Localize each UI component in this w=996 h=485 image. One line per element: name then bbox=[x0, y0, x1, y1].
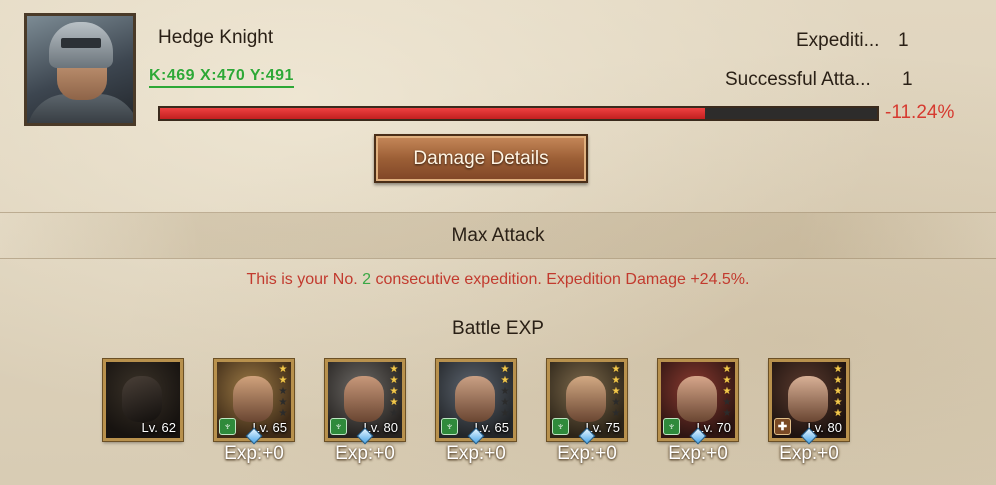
claw-icon: ♆ bbox=[330, 418, 347, 435]
star-filled-icon: ★ bbox=[500, 364, 510, 375]
divider bbox=[0, 258, 996, 259]
hero-face-art bbox=[566, 376, 606, 422]
star-filled-icon: ★ bbox=[722, 364, 732, 375]
star-filled-icon: ★ bbox=[611, 364, 621, 375]
star-empty-icon: ★ bbox=[611, 397, 621, 408]
star-empty-icon: ★ bbox=[500, 408, 510, 419]
star-filled-icon: ★ bbox=[389, 386, 399, 397]
star-filled-icon: ★ bbox=[611, 386, 621, 397]
visor-art bbox=[61, 38, 101, 48]
claw-icon: ♆ bbox=[552, 418, 569, 435]
exp-gain-text: Exp:+0 bbox=[779, 443, 839, 464]
battle-exp-title: Battle EXP bbox=[452, 318, 544, 339]
damage-details-button[interactable]: Damage Details bbox=[374, 134, 588, 183]
star-filled-icon: ★ bbox=[833, 408, 843, 419]
expedition-label: Expediti... bbox=[796, 30, 880, 51]
damage-bar-fill bbox=[160, 108, 705, 119]
star-filled-icon: ★ bbox=[722, 375, 732, 386]
star-filled-icon: ★ bbox=[389, 375, 399, 386]
hero-level: Lv. 62 bbox=[141, 420, 176, 435]
exp-gain-text: Exp:+0 bbox=[335, 443, 395, 464]
claw-icon: ♆ bbox=[663, 418, 680, 435]
streak-number: 2 bbox=[362, 271, 372, 288]
star-empty-icon: ★ bbox=[500, 397, 510, 408]
hero-face-art bbox=[233, 376, 273, 422]
damage-percent: -11.24% bbox=[885, 102, 955, 123]
star-rating: ★ ★ ★ ★ ★ bbox=[832, 364, 844, 419]
star-rating: ★ ★ ★ ★ ★ bbox=[388, 364, 400, 419]
hero-face-art bbox=[455, 376, 495, 422]
star-filled-icon: ★ bbox=[389, 364, 399, 375]
dragon-card[interactable]: Lv. 62 bbox=[103, 359, 183, 441]
successful-attack-value: 1 bbox=[902, 69, 913, 90]
star-rating: ★ ★ ★ ★ ★ bbox=[499, 364, 511, 419]
star-empty-icon: ★ bbox=[278, 408, 288, 419]
star-filled-icon: ★ bbox=[278, 375, 288, 386]
max-attack-title: Max Attack bbox=[451, 224, 545, 246]
exp-gain-text: Exp:+0 bbox=[668, 443, 728, 464]
hero-name: Hedge Knight bbox=[158, 27, 274, 48]
star-empty-icon: ★ bbox=[722, 408, 732, 419]
star-filled-icon: ★ bbox=[722, 386, 732, 397]
exp-gain-text: Exp:+0 bbox=[557, 443, 617, 464]
star-empty-icon: ★ bbox=[722, 397, 732, 408]
claw-icon: ♆ bbox=[441, 418, 458, 435]
star-filled-icon: ★ bbox=[389, 397, 399, 408]
star-empty-icon: ★ bbox=[389, 408, 399, 419]
dragon-head-art bbox=[122, 376, 162, 422]
star-filled-icon: ★ bbox=[611, 375, 621, 386]
star-filled-icon: ★ bbox=[833, 375, 843, 386]
star-rating: ★ ★ ★ ★ ★ bbox=[721, 364, 733, 419]
max-attack-banner: Max Attack bbox=[0, 213, 996, 258]
coordinates-link[interactable]: K:469 X:470 Y:491 bbox=[149, 67, 294, 88]
star-rating: ★ ★ ★ ★ ★ bbox=[610, 364, 622, 419]
star-filled-icon: ★ bbox=[833, 397, 843, 408]
streak-prefix: This is your No. bbox=[246, 271, 363, 288]
expedition-value: 1 bbox=[898, 30, 909, 51]
exp-gain-text: Exp:+0 bbox=[446, 443, 506, 464]
star-empty-icon: ★ bbox=[278, 397, 288, 408]
star-empty-icon: ★ bbox=[611, 408, 621, 419]
star-empty-icon: ★ bbox=[500, 386, 510, 397]
star-filled-icon: ★ bbox=[278, 364, 288, 375]
claw-icon: ♆ bbox=[219, 418, 236, 435]
expedition-streak-text: This is your No. 2 consecutive expeditio… bbox=[0, 271, 996, 289]
star-filled-icon: ★ bbox=[833, 364, 843, 375]
exp-gain-text: Exp:+0 bbox=[224, 443, 284, 464]
successful-attack-label: Successful Atta... bbox=[725, 69, 871, 90]
star-empty-icon: ★ bbox=[278, 386, 288, 397]
star-rating: ★ ★ ★ ★ ★ bbox=[277, 364, 289, 419]
hero-portrait bbox=[24, 13, 136, 126]
hero-face-art bbox=[788, 376, 828, 422]
hero-face-art bbox=[344, 376, 384, 422]
hero-face-art bbox=[677, 376, 717, 422]
damage-bar bbox=[158, 106, 879, 121]
star-filled-icon: ★ bbox=[833, 386, 843, 397]
shield-icon: ✚ bbox=[774, 418, 791, 435]
star-filled-icon: ★ bbox=[500, 375, 510, 386]
streak-suffix: consecutive expedition. Expedition Damag… bbox=[371, 271, 750, 288]
